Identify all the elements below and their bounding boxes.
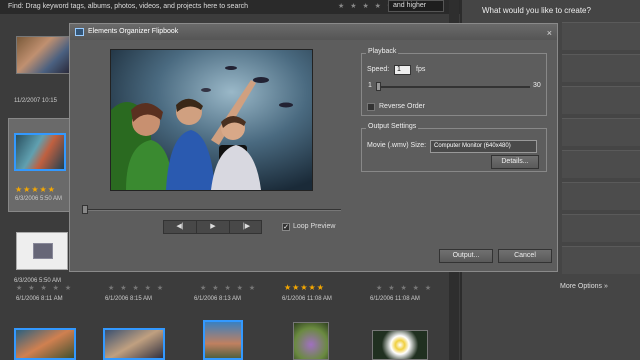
- cancel-button[interactable]: Cancel: [498, 249, 552, 263]
- fps-label: fps: [416, 66, 426, 73]
- speed-min-label: 1: [368, 82, 372, 89]
- speed-slider[interactable]: [376, 86, 530, 88]
- speed-max-label: 30: [533, 82, 541, 89]
- create-option[interactable]: [562, 22, 640, 50]
- photo-thumb[interactable]: [372, 330, 428, 360]
- selected-photo-card[interactable]: ★★★★★ 6/3/2006 5:50 AM: [8, 118, 70, 212]
- create-option[interactable]: [562, 54, 640, 82]
- missing-file-thumb[interactable]: [16, 232, 68, 270]
- flipbook-dialog: Elements Organizer Flipbook × ◀| ▶ |▶ ✓ …: [69, 23, 558, 272]
- missing-file-icon: [33, 243, 53, 259]
- photo-thumb[interactable]: [103, 328, 165, 360]
- dialog-title-bar[interactable]: Elements Organizer Flipbook ×: [70, 24, 557, 40]
- playback-group-title: Playback: [366, 48, 399, 55]
- create-question: What would you like to create?: [482, 6, 591, 15]
- create-option[interactable]: [562, 214, 640, 242]
- create-option[interactable]: [562, 86, 640, 114]
- rating-stars[interactable]: ★ ★ ★ ★ ★: [108, 284, 165, 292]
- photo-thumb[interactable]: [16, 36, 70, 74]
- photo-thumb[interactable]: [293, 322, 329, 360]
- rating-stars[interactable]: ★ ★ ★ ★ ★: [338, 0, 395, 14]
- photo-thumb[interactable]: [14, 328, 76, 360]
- loop-preview-checkbox[interactable]: ✓ Loop Preview: [282, 223, 335, 231]
- movie-size-select[interactable]: Computer Monitor (640x480): [430, 140, 537, 153]
- timeline-slider[interactable]: [83, 209, 341, 211]
- speed-input[interactable]: 1: [394, 65, 411, 75]
- create-option[interactable]: [562, 246, 640, 274]
- find-label: Find: Drag keyword tags, albums, photos,…: [8, 3, 249, 10]
- rating-stars[interactable]: ★ ★ ★ ★ ★: [200, 284, 257, 292]
- playback-controls: ◀| ▶ |▶: [163, 220, 262, 234]
- aquarium-photo: [111, 50, 312, 190]
- previous-frame-button[interactable]: ◀|: [164, 221, 197, 233]
- photo-date: 6/1/2006 11:08 AM: [282, 296, 332, 302]
- create-option[interactable]: [562, 118, 640, 146]
- timeline-slider-thumb[interactable]: [82, 205, 88, 214]
- rating-stars[interactable]: ★ ★ ★ ★ ★: [16, 284, 73, 292]
- rating-filter-select[interactable]: and higher: [388, 0, 444, 12]
- loop-preview-label: Loop Preview: [293, 223, 336, 230]
- close-icon[interactable]: ×: [547, 25, 552, 41]
- reverse-order-label: Reverse Order: [379, 103, 425, 110]
- rating-stars[interactable]: ★ ★ ★ ★ ★: [376, 284, 433, 292]
- dialog-title: Elements Organizer Flipbook: [88, 28, 179, 35]
- output-button[interactable]: Output...: [439, 249, 493, 263]
- find-bar[interactable]: Find: Drag keyword tags, albums, photos,…: [0, 0, 460, 14]
- next-frame-button[interactable]: |▶: [230, 221, 263, 233]
- create-option[interactable]: [562, 182, 640, 210]
- output-settings-title: Output Settings: [366, 123, 419, 130]
- photo-thumb[interactable]: [203, 320, 243, 360]
- speed-slider-thumb[interactable]: [376, 82, 381, 91]
- photo-date: 6/3/2006 5:50 AM: [15, 196, 63, 202]
- rating-stars[interactable]: ★★★★★: [284, 283, 325, 292]
- preview-image: [110, 49, 313, 191]
- details-button[interactable]: Details...: [491, 155, 539, 169]
- photo-thumb[interactable]: [14, 133, 66, 171]
- photo-date: 6/1/2006 11:08 AM: [370, 296, 420, 302]
- reverse-order-checkbox[interactable]: [367, 103, 375, 111]
- play-button[interactable]: ▶: [197, 221, 230, 233]
- photo-date: 11/2/2007 10:15: [14, 98, 57, 104]
- rating-stars[interactable]: ★★★★★: [15, 185, 56, 194]
- flipbook-icon: [75, 28, 84, 36]
- photo-date: 6/1/2006 8:11 AM: [16, 296, 63, 302]
- photo-date: 6/1/2006 8:15 AM: [105, 296, 153, 302]
- more-options-link[interactable]: More Options »: [560, 283, 608, 290]
- checkmark-icon[interactable]: ✓: [282, 223, 290, 231]
- create-option[interactable]: [562, 150, 640, 178]
- movie-size-label: Movie (.wmv) Size:: [367, 142, 427, 149]
- photo-date: 6/1/2006 8:13 AM: [194, 296, 242, 302]
- speed-label: Speed:: [367, 66, 390, 73]
